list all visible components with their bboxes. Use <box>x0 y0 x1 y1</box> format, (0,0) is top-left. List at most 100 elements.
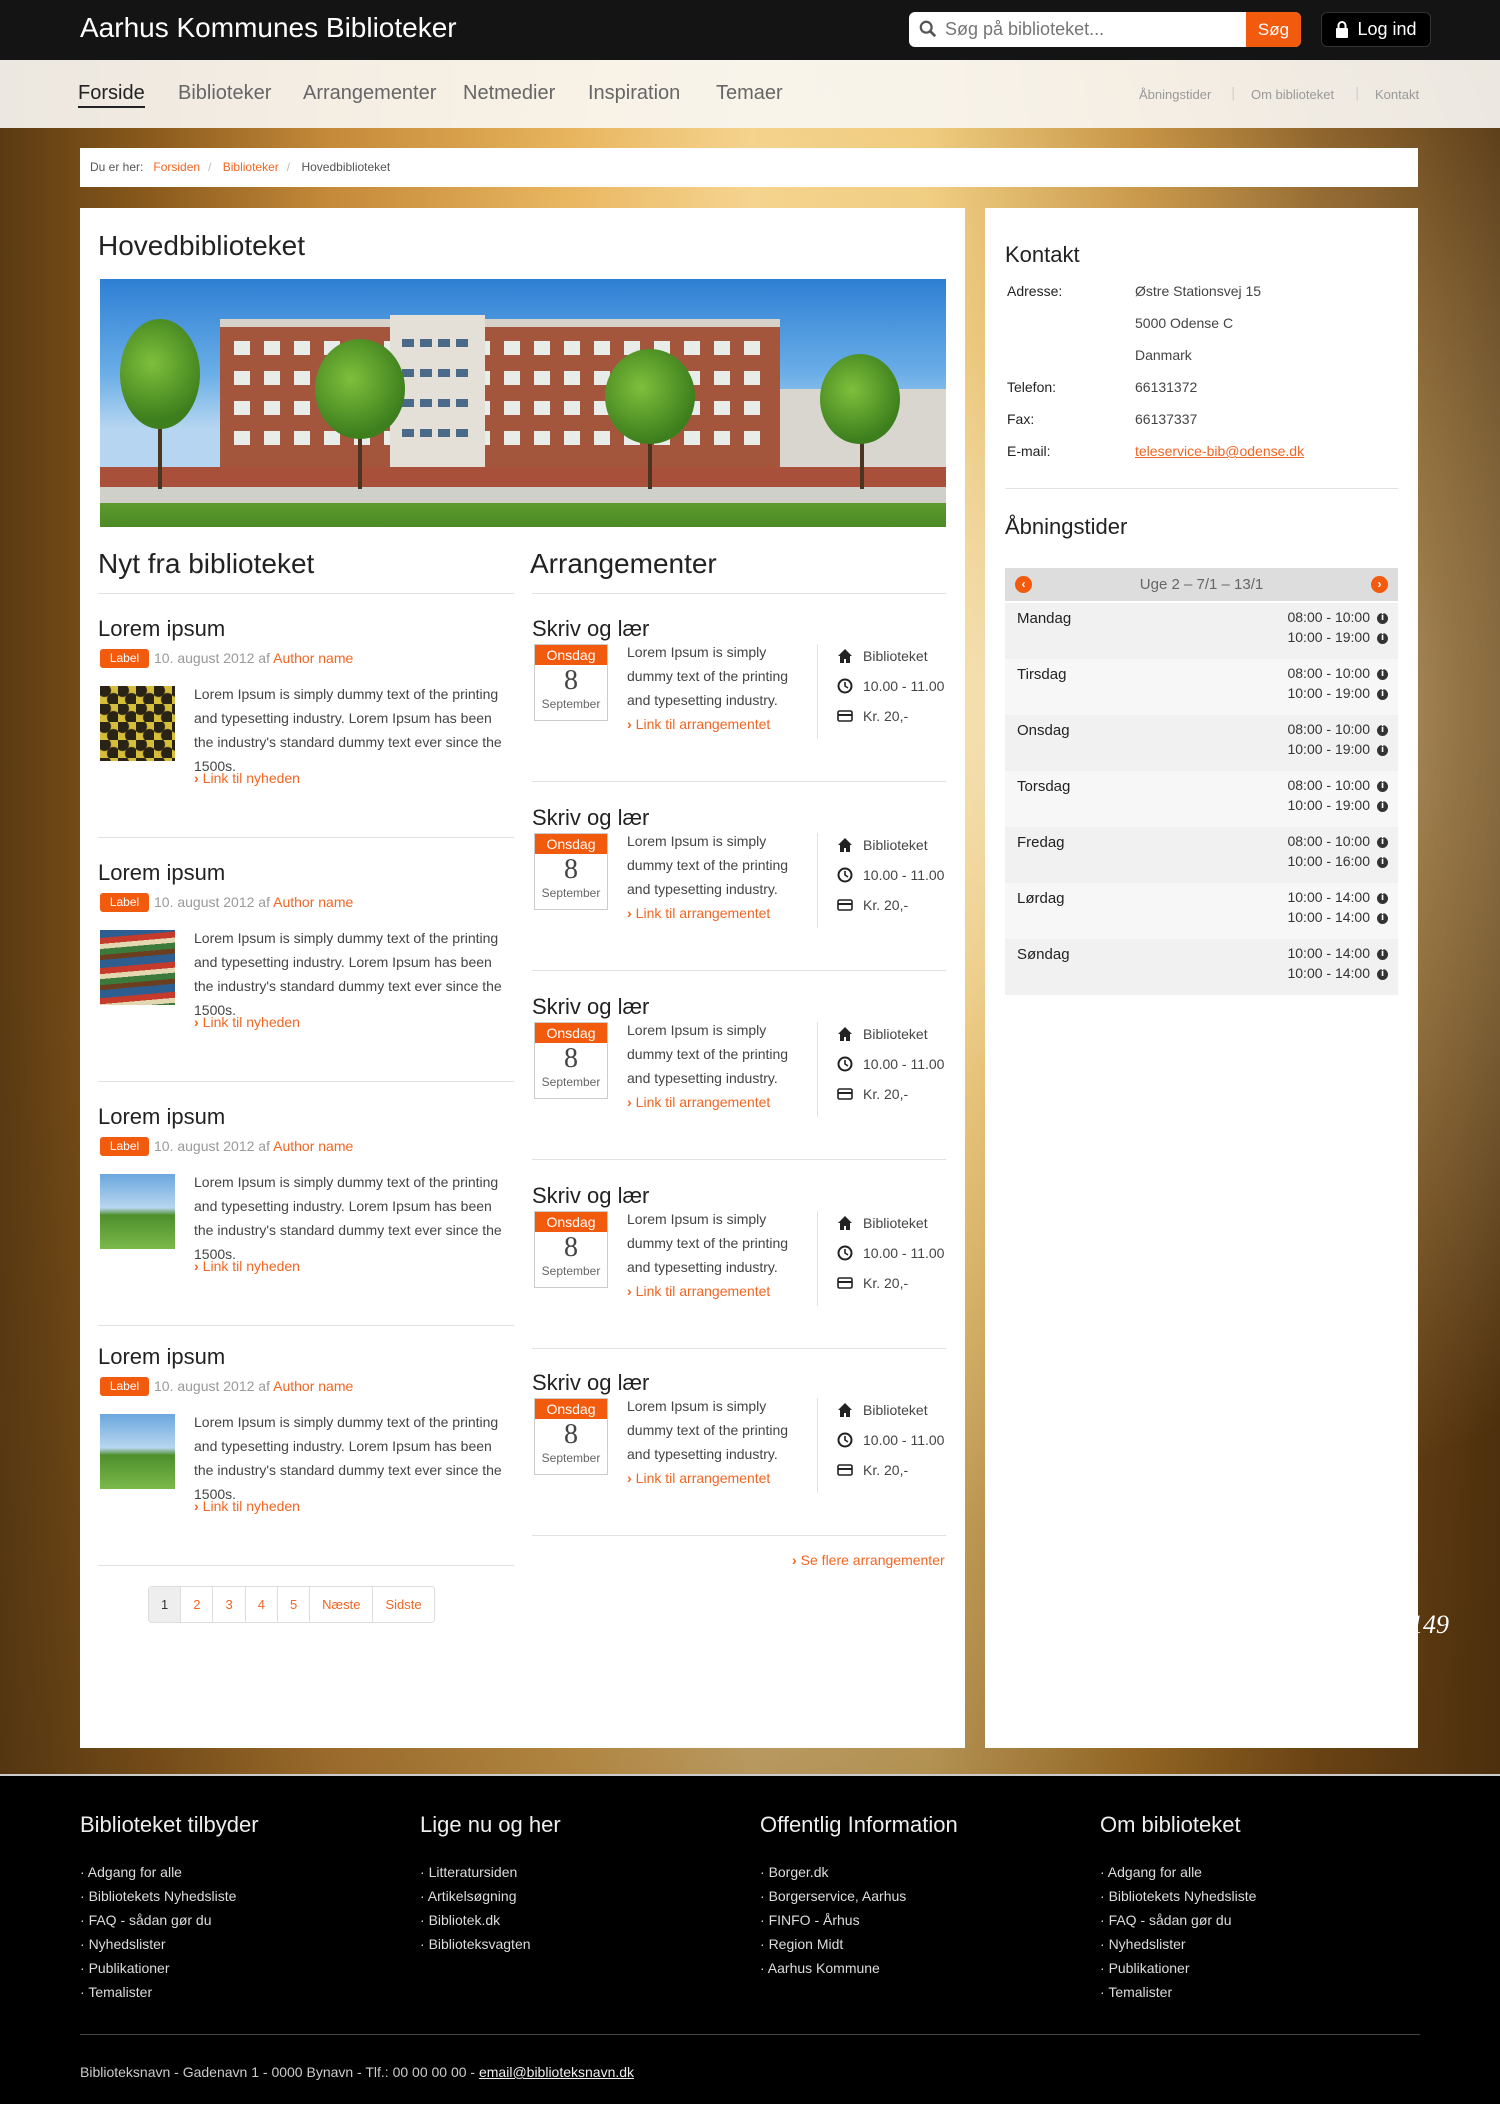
event-title[interactable]: Skriv og lær <box>532 805 649 831</box>
info-icon: i <box>1377 969 1388 980</box>
footer-column: Biblioteket tilbyder · Adgang for alle ·… <box>80 1812 259 2004</box>
news-text: Lorem Ipsum is simply dummy text of the … <box>194 930 502 1018</box>
util-link-kontakt[interactable]: Kontakt <box>1375 87 1419 102</box>
nav-item-netmedier[interactable]: Netmedier <box>463 82 555 105</box>
search-input[interactable] <box>945 12 1245 47</box>
login-button[interactable]: Log ind <box>1321 12 1431 47</box>
footer-link[interactable]: · Adgang for alle <box>1100 1860 1256 1884</box>
footer-link[interactable]: · Bibliotekets Nyhedsliste <box>1100 1884 1256 1908</box>
event-link[interactable]: › Link til arrangementet <box>627 1283 770 1299</box>
event-price: Kr. 20,- <box>837 708 908 724</box>
footer-link[interactable]: · Adgang for alle <box>80 1860 259 1884</box>
footer-link[interactable]: · Nyhedslister <box>80 1932 259 1956</box>
event-link[interactable]: › Link til arrangementet <box>627 716 770 732</box>
nav-item-arrangementer[interactable]: Arrangementer <box>303 82 436 105</box>
author-link[interactable]: Author name <box>273 1378 353 1394</box>
site-title[interactable]: Aarhus Kommunes Biblioteker <box>80 12 457 44</box>
event-price: Kr. 20,- <box>837 1275 908 1291</box>
footer-link[interactable]: · Aarhus Kommune <box>760 1956 958 1980</box>
news-link[interactable]: › Link til nyheden <box>194 1498 300 1514</box>
news-text: Lorem Ipsum is simply dummy text of the … <box>194 686 502 774</box>
library-building-photo <box>100 279 946 527</box>
page-5[interactable]: 5 <box>276 1587 310 1622</box>
footer-link[interactable]: · Temalister <box>1100 1980 1256 2004</box>
hours-row: Søndag 10:00 - 14:00 i 10:00 - 14:00 i <box>1005 939 1398 995</box>
news-label: Label <box>100 1137 149 1156</box>
news-title[interactable]: Lorem ipsum <box>98 1344 225 1370</box>
email-label: E-mail: <box>1007 443 1051 459</box>
author-link[interactable]: Author name <box>273 894 353 910</box>
footer-link[interactable]: · Biblioteksvagten <box>420 1932 561 1956</box>
footer-heading: Lige nu og her <box>420 1812 561 1837</box>
lock-icon <box>1336 21 1349 38</box>
footer-column: Offentlig Information · Borger.dk · Borg… <box>760 1812 958 1980</box>
event-title[interactable]: Skriv og lær <box>532 994 649 1020</box>
footer-link[interactable]: · Publikationer <box>1100 1956 1256 1980</box>
footer-link[interactable]: · Region Midt <box>760 1932 958 1956</box>
fax-label: Fax: <box>1007 411 1035 427</box>
next-week-arrow-icon[interactable]: › <box>1371 576 1388 593</box>
footer-link[interactable]: · Bibliotek.dk <box>420 1908 561 1932</box>
news-link[interactable]: › Link til nyheden <box>194 1014 300 1030</box>
breadcrumb-link-biblioteker[interactable]: Biblioteker <box>223 160 279 174</box>
address-line: Danmark <box>1135 347 1192 363</box>
event-title[interactable]: Skriv og lær <box>532 1370 649 1396</box>
footer-link[interactable]: · Borgerservice, Aarhus <box>760 1884 958 1908</box>
pagination: 1 2 3 4 5 Næste Sidste <box>148 1586 435 1623</box>
page-3[interactable]: 3 <box>212 1587 245 1622</box>
address-line: 5000 Odense C <box>1135 315 1234 331</box>
news-text: Lorem Ipsum is simply dummy text of the … <box>194 1414 502 1502</box>
author-link[interactable]: Author name <box>273 1138 353 1154</box>
home-icon <box>838 649 852 663</box>
event-link[interactable]: › Link til arrangementet <box>627 905 770 921</box>
news-title[interactable]: Lorem ipsum <box>98 860 225 886</box>
more-events-link[interactable]: › Se flere arrangementer <box>792 1552 945 1568</box>
footer-link[interactable]: · Artikelsøgning <box>420 1884 561 1908</box>
footer-link[interactable]: · Bibliotekets Nyhedsliste <box>80 1884 259 1908</box>
news-link[interactable]: › Link til nyheden <box>194 770 300 786</box>
news-label: Label <box>100 649 149 668</box>
search-button[interactable]: Søg <box>1246 12 1301 47</box>
previous-week-arrow-icon[interactable]: ‹ <box>1015 576 1032 593</box>
event-link[interactable]: › Link til arrangementet <box>627 1094 770 1110</box>
page-last[interactable]: Sidste <box>372 1587 434 1622</box>
footer-link[interactable]: · Litteratursiden <box>420 1860 561 1884</box>
news-title[interactable]: Lorem ipsum <box>98 1104 225 1130</box>
footer-link[interactable]: · FAQ - sådan gør du <box>80 1908 259 1932</box>
breadcrumb-link-forsiden[interactable]: Forsiden <box>153 160 200 174</box>
footer-link[interactable]: · Temalister <box>80 1980 259 2004</box>
nav-item-temaer[interactable]: Temaer <box>716 82 783 105</box>
nav-item-biblioteker[interactable]: Biblioteker <box>178 82 271 105</box>
news-link[interactable]: › Link til nyheden <box>194 1258 300 1274</box>
footer-link[interactable]: · Publikationer <box>80 1956 259 1980</box>
news-title[interactable]: Lorem ipsum <box>98 616 225 642</box>
info-icon: i <box>1377 669 1388 680</box>
clock-icon <box>837 1245 853 1261</box>
event-place: Biblioteket <box>837 648 928 664</box>
email-link[interactable]: teleservice-bib@odense.dk <box>1135 443 1304 459</box>
event-title[interactable]: Skriv og lær <box>532 616 649 642</box>
address-line: Østre Stationsvej 15 <box>1135 283 1262 299</box>
top-bar: Aarhus Kommunes Biblioteker Søg Log ind <box>0 0 1500 60</box>
footer-divider <box>80 2034 1420 2035</box>
event-title[interactable]: Skriv og lær <box>532 1183 649 1209</box>
footer-email-link[interactable]: email@biblioteksnavn.dk <box>479 2064 634 2080</box>
nav-item-inspiration[interactable]: Inspiration <box>588 82 680 105</box>
page-next[interactable]: Næste <box>309 1587 373 1622</box>
page-4[interactable]: 4 <box>244 1587 277 1622</box>
events-heading: Arrangementer <box>530 548 717 579</box>
page-1[interactable]: 1 <box>149 1587 181 1622</box>
event-date-badge: Onsdag 8 September <box>534 1211 608 1288</box>
footer-link[interactable]: · FAQ - sådan gør du <box>1100 1908 1256 1932</box>
page-2[interactable]: 2 <box>180 1587 213 1622</box>
footer-link[interactable]: · Nyhedslister <box>1100 1932 1256 1956</box>
event-link[interactable]: › Link til arrangementet <box>627 1470 770 1486</box>
util-link-aabningstider[interactable]: Åbningstider <box>1139 87 1211 102</box>
nav-item-forside[interactable]: Forside <box>78 82 145 108</box>
author-link[interactable]: Author name <box>273 650 353 666</box>
util-link-om-biblioteket[interactable]: Om biblioteket <box>1251 87 1334 102</box>
search-icon <box>919 20 937 38</box>
page-title: Hovedbiblioteket <box>98 230 306 261</box>
footer-link[interactable]: · Borger.dk <box>760 1860 958 1884</box>
footer-link[interactable]: · FINFO - Århus <box>760 1908 958 1932</box>
